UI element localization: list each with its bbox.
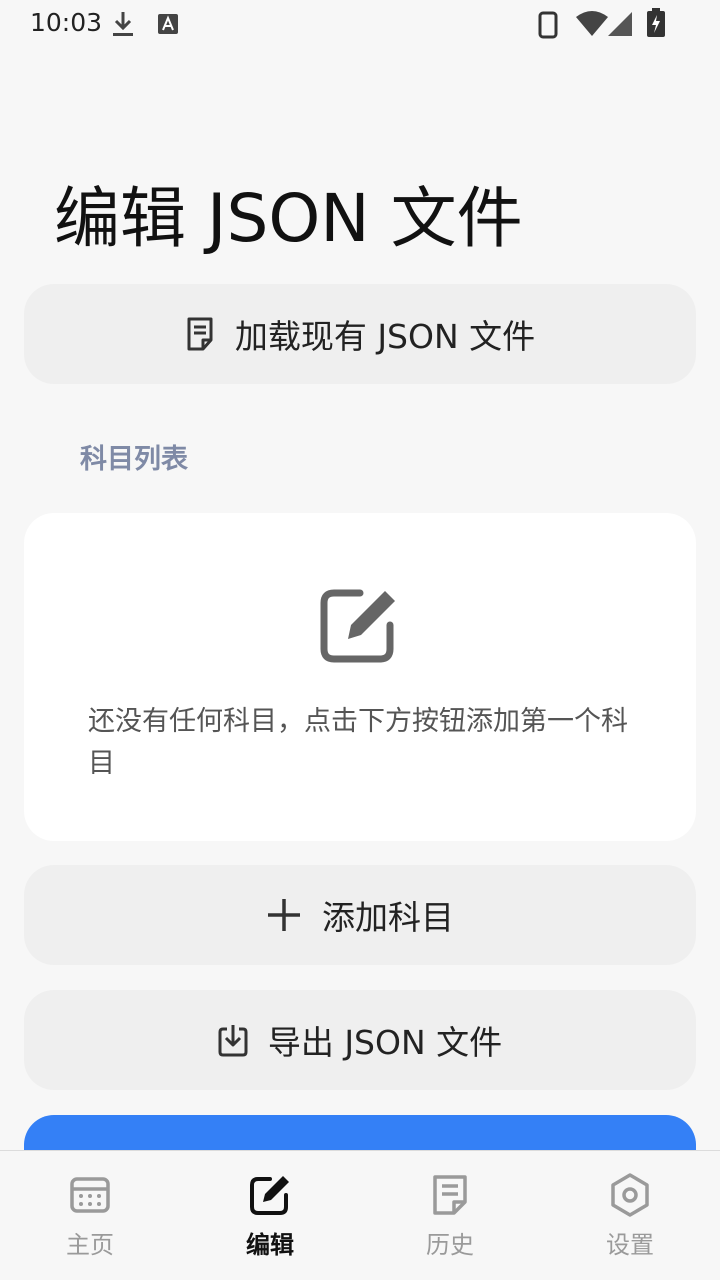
export-json-button[interactable]: 导出 JSON 文件	[24, 990, 696, 1090]
download-icon	[110, 9, 136, 43]
accessibility-icon	[157, 13, 179, 39]
status-time: 10:03	[30, 8, 103, 37]
settings-icon	[608, 1173, 652, 1221]
empty-state-message: 还没有任何科目，点击下方按钮添加第一个科目	[88, 706, 628, 779]
load-json-button[interactable]: 加载现有 JSON 文件	[24, 284, 696, 384]
nav-item-home[interactable]: 主页	[0, 1151, 180, 1280]
add-subject-label: 添加科目	[322, 898, 454, 937]
nav-label-history: 历史	[426, 1231, 474, 1259]
nav-item-edit[interactable]: 编辑	[180, 1151, 360, 1280]
screen: 10:03 编辑 JSON 文件 加载现有 JSON 文件 科目列表 还没有任何…	[0, 0, 720, 1280]
edit-icon	[248, 1173, 292, 1221]
nav-item-history[interactable]: 历史	[360, 1151, 540, 1280]
add-subject-button[interactable]: 添加科目	[24, 865, 696, 965]
signal-icon	[607, 11, 633, 41]
nav-label-edit: 编辑	[246, 1231, 294, 1259]
page-title: 编辑 JSON 文件	[54, 180, 523, 257]
document-icon	[185, 316, 215, 352]
status-bar: 10:03	[0, 0, 720, 48]
battery-charging-icon	[646, 8, 666, 42]
nav-label-settings: 设置	[606, 1231, 654, 1259]
empty-state-card: 还没有任何科目，点击下方按钮添加第一个科目	[24, 513, 696, 841]
load-json-label: 加载现有 JSON 文件	[234, 317, 536, 356]
subject-list-label: 科目列表	[80, 444, 188, 475]
history-icon	[428, 1173, 472, 1221]
plus-icon	[266, 897, 302, 933]
bottom-nav: 主页 编辑 历史 设置	[0, 1150, 720, 1280]
export-download-icon	[218, 1023, 248, 1057]
export-json-label: 导出 JSON 文件	[267, 1023, 503, 1062]
nav-label-home: 主页	[66, 1231, 114, 1259]
nav-item-settings[interactable]: 设置	[540, 1151, 720, 1280]
wifi-icon	[575, 11, 609, 41]
calendar-icon	[68, 1173, 112, 1221]
phone-icon	[538, 11, 558, 43]
edit-icon	[320, 585, 400, 669]
